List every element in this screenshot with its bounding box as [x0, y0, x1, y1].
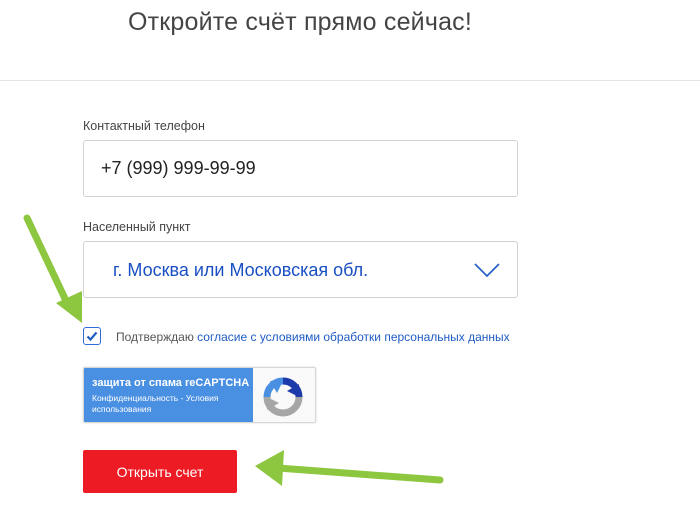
consent-checkbox[interactable] [83, 327, 101, 345]
open-account-button[interactable]: Открыть счет [83, 450, 237, 493]
chevron-down-icon [474, 263, 500, 278]
recaptcha-links: Конфиденциальность - Условия использован… [92, 393, 247, 415]
checkmark-icon [86, 331, 98, 342]
phone-label: Контактный телефон [83, 119, 205, 133]
arrow-to-submit-button [255, 450, 444, 486]
city-selected-value: г. Москва или Московская обл. [113, 260, 369, 280]
recaptcha-privacy-link[interactable]: Конфиденциальность [92, 393, 178, 403]
city-select[interactable]: г. Москва или Московская обл. [83, 241, 518, 298]
recaptcha-title: защита от спама reCAPTCHA [92, 377, 250, 389]
recaptcha-widget[interactable]: защита от спама reCAPTCHA Конфиденциальн… [83, 367, 316, 423]
consent-terms-link[interactable]: согласие с условиями обработки персональ… [197, 330, 510, 344]
recaptcha-logo-icon [263, 377, 303, 417]
arrow-to-checkbox [23, 214, 82, 323]
page-title: Откройте счёт прямо сейчас! [127, 8, 473, 36]
phone-input[interactable] [83, 140, 518, 197]
recaptcha-separator: - [178, 393, 186, 403]
consent-label: Подтверждаю [116, 330, 198, 344]
header-divider [0, 80, 700, 81]
recaptcha-info-panel: защита от спама reCAPTCHA Конфиденциальн… [84, 368, 253, 422]
consent-text: Подтверждаю согласие с условиями обработ… [116, 330, 510, 344]
city-label: Населенный пункт [83, 220, 191, 234]
